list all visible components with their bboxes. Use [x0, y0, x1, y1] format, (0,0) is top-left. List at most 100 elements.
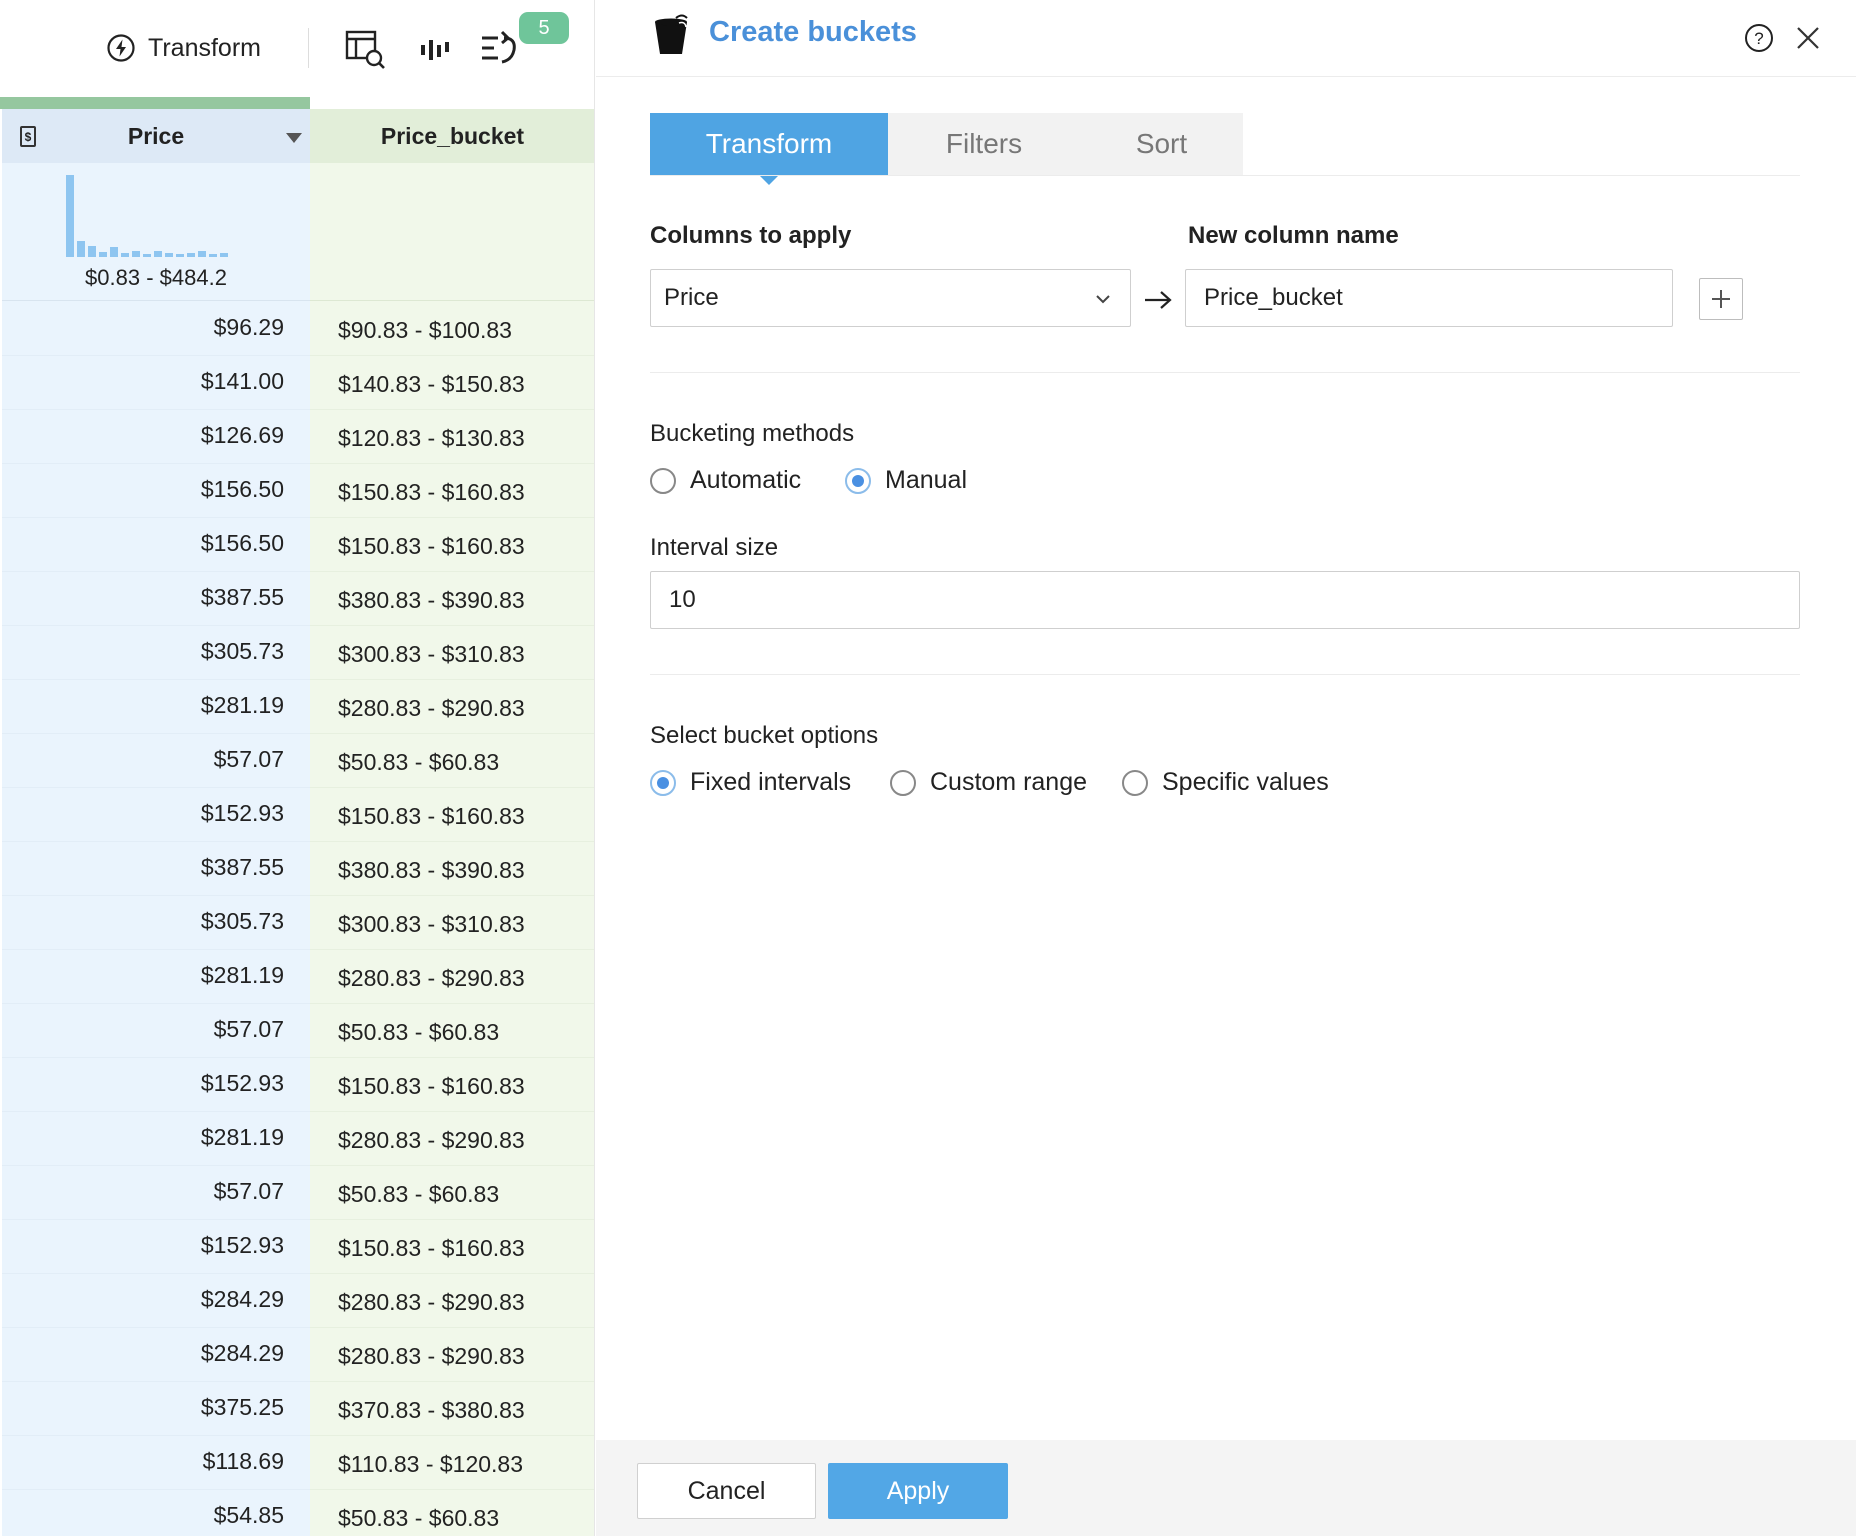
- histogram-bar: [121, 253, 129, 257]
- toolbar-divider: [308, 28, 309, 68]
- price-bucket-cell[interactable]: $280.83 - $290.83: [338, 1289, 525, 1316]
- new-column-name-input[interactable]: [1185, 269, 1673, 327]
- tab-filters[interactable]: Filters: [888, 113, 1080, 175]
- price-cell[interactable]: $305.73: [2, 908, 284, 935]
- table-row: $152.93 $150.83 - $160.83: [0, 1058, 594, 1112]
- tab-transform[interactable]: Transform: [650, 113, 888, 185]
- price-bucket-cell[interactable]: $150.83 - $160.83: [338, 1235, 525, 1262]
- transform-toolbar-button[interactable]: Transform: [106, 28, 261, 68]
- price-cell[interactable]: $281.19: [2, 1124, 284, 1151]
- price-bucket-cell[interactable]: $300.83 - $310.83: [338, 911, 525, 938]
- price-bucket-cell[interactable]: $280.83 - $290.83: [338, 695, 525, 722]
- cancel-button[interactable]: Cancel: [637, 1463, 816, 1519]
- radio-manual-label: Manual: [885, 466, 967, 494]
- price-cell[interactable]: $141.00: [2, 368, 284, 395]
- price-cell[interactable]: $305.73: [2, 638, 284, 665]
- transform-toolbar-label: Transform: [148, 33, 261, 62]
- price-bucket-cell[interactable]: $50.83 - $60.83: [338, 1019, 499, 1046]
- price-cell[interactable]: $152.93: [2, 1070, 284, 1097]
- histogram-bar: [165, 253, 173, 257]
- price-cell[interactable]: $57.07: [2, 746, 284, 773]
- radio-specific-values-circle[interactable]: [1122, 769, 1148, 796]
- tabs-divider: [650, 175, 1800, 176]
- table-row: $387.55 $380.83 - $390.83: [0, 572, 594, 626]
- table-row: $281.19 $280.83 - $290.83: [0, 680, 594, 734]
- radio-specific-values[interactable]: Specific values: [1122, 768, 1329, 797]
- radio-custom-range[interactable]: Custom range: [890, 768, 1087, 797]
- radio-automatic[interactable]: Automatic: [650, 466, 801, 495]
- price-cell[interactable]: $152.93: [2, 800, 284, 827]
- table-row: $284.29 $280.83 - $290.83: [0, 1274, 594, 1328]
- price-bucket-cell[interactable]: $140.83 - $150.83: [338, 371, 525, 398]
- price-bucket-cell[interactable]: $150.83 - $160.83: [338, 1073, 525, 1100]
- price-cell[interactable]: $375.25: [2, 1394, 284, 1421]
- histogram-bar: [209, 254, 217, 257]
- arrow-right-icon: [1145, 291, 1172, 309]
- column-header-price[interactable]: $ Price: [2, 109, 310, 163]
- help-icon[interactable]: ?: [1743, 22, 1775, 54]
- price-cell[interactable]: $57.07: [2, 1016, 284, 1043]
- price-bucket-cell[interactable]: $280.83 - $290.83: [338, 1343, 525, 1370]
- price-cell[interactable]: $96.29: [2, 314, 284, 341]
- price-bucket-cell[interactable]: $380.83 - $390.83: [338, 857, 525, 884]
- price-cell[interactable]: $57.07: [2, 1178, 284, 1205]
- price-cell[interactable]: $156.50: [2, 530, 284, 557]
- price-histogram-cell: $0.83 - $484.2: [2, 163, 310, 301]
- price-bucket-cell[interactable]: $150.83 - $160.83: [338, 803, 525, 830]
- price-cell[interactable]: $284.29: [2, 1286, 284, 1313]
- bucket-icon: [655, 14, 688, 54]
- table-row: $141.00 $140.83 - $150.83: [0, 356, 594, 410]
- price-bucket-cell[interactable]: $370.83 - $380.83: [338, 1397, 525, 1424]
- radio-manual-circle[interactable]: [845, 467, 871, 494]
- close-icon[interactable]: [1792, 22, 1824, 54]
- data-grid: $ Price Price_bucket $0.83 - $484.2 $96.…: [0, 109, 594, 1536]
- radio-fixed-intervals-circle[interactable]: [650, 769, 676, 796]
- add-column-button[interactable]: [1699, 278, 1743, 320]
- price-cell[interactable]: $387.55: [2, 584, 284, 611]
- price-bucket-cell[interactable]: $300.83 - $310.83: [338, 641, 525, 668]
- price-bucket-cell[interactable]: $120.83 - $130.83: [338, 425, 525, 452]
- radio-custom-range-circle[interactable]: [890, 769, 916, 796]
- apply-button[interactable]: Apply: [828, 1463, 1008, 1519]
- price-bucket-cell[interactable]: $50.83 - $60.83: [338, 1181, 499, 1208]
- price-bucket-histogram-cell: [310, 163, 594, 301]
- table-row: $57.07 $50.83 - $60.83: [0, 1004, 594, 1058]
- price-bucket-cell[interactable]: $280.83 - $290.83: [338, 965, 525, 992]
- price-bucket-cell[interactable]: $380.83 - $390.83: [338, 587, 525, 614]
- bucketing-methods-label: Bucketing methods: [650, 420, 855, 447]
- table-row: $305.73 $300.83 - $310.83: [0, 626, 594, 680]
- histogram-button[interactable]: [414, 28, 458, 72]
- steps-button[interactable]: [478, 28, 522, 72]
- price-cell[interactable]: $126.69: [2, 422, 284, 449]
- price-cell[interactable]: $281.19: [2, 692, 284, 719]
- price-bucket-cell[interactable]: $280.83 - $290.83: [338, 1127, 525, 1154]
- price-cell[interactable]: $152.93: [2, 1232, 284, 1259]
- tab-sort[interactable]: Sort: [1080, 113, 1243, 175]
- price-histogram[interactable]: [66, 175, 256, 257]
- column-header-price-label: Price: [127, 122, 185, 149]
- interval-size-input[interactable]: [650, 571, 1800, 629]
- radio-automatic-circle[interactable]: [650, 467, 676, 494]
- price-cell[interactable]: $54.85: [2, 1502, 284, 1529]
- price-bucket-cell[interactable]: $90.83 - $100.83: [338, 317, 512, 344]
- histogram-bar: [198, 251, 206, 257]
- columns-to-apply-value: Price: [664, 284, 719, 311]
- price-bucket-cell[interactable]: $150.83 - $160.83: [338, 479, 525, 506]
- price-cell[interactable]: $281.19: [2, 962, 284, 989]
- table-search-button[interactable]: [344, 28, 388, 72]
- price-bucket-cell[interactable]: $50.83 - $60.83: [338, 749, 499, 776]
- radio-fixed-intervals[interactable]: Fixed intervals: [650, 768, 851, 797]
- column-menu-caret-icon[interactable]: [286, 133, 302, 143]
- column-header-price-bucket[interactable]: Price_bucket: [310, 109, 594, 163]
- svg-text:?: ?: [1754, 29, 1763, 48]
- price-bucket-cell[interactable]: $110.83 - $120.83: [338, 1451, 523, 1478]
- price-cell[interactable]: $156.50: [2, 476, 284, 503]
- radio-custom-range-label: Custom range: [930, 768, 1088, 796]
- price-bucket-cell[interactable]: $150.83 - $160.83: [338, 533, 525, 560]
- columns-to-apply-select[interactable]: Price: [650, 269, 1131, 327]
- price-cell[interactable]: $118.69: [2, 1448, 284, 1475]
- price-cell[interactable]: $387.55: [2, 854, 284, 881]
- radio-manual[interactable]: Manual: [845, 466, 967, 495]
- price-bucket-cell[interactable]: $50.83 - $60.83: [338, 1505, 499, 1532]
- price-cell[interactable]: $284.29: [2, 1340, 284, 1367]
